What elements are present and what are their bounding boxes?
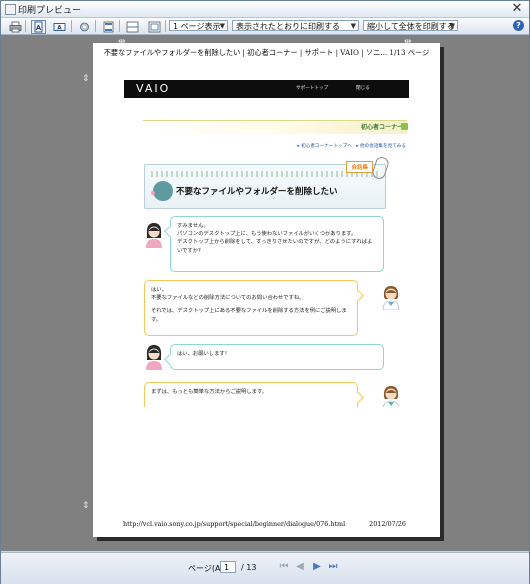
article-title: 不要なファイルやフォルダーを削除したい xyxy=(176,187,338,197)
footer-url: http://vcl.vaio.sony.co.jp/support/speci… xyxy=(123,520,346,528)
scale-dropdown-value: 縮小して全体を印刷する xyxy=(367,22,455,31)
preview-viewport: ⇹ ⇹ ⇕ ⇕ 不要なファイルやフォルダーを削除したい | 初心者コーナー | … xyxy=(1,35,529,551)
page-number-input[interactable]: 1 xyxy=(220,561,236,573)
bird-icon xyxy=(153,181,173,201)
pages-dropdown[interactable]: 1 ページ表示 ▼ xyxy=(169,20,228,31)
header-footer-icon xyxy=(103,21,114,33)
corner-title: 初心者コーナー xyxy=(360,124,403,131)
dialogue-bubble-3: はい、お願いします！ xyxy=(164,344,384,370)
dialogue-line: それでは、デスクトップ上にある不要なファイルを削除する方法を例にご説明します。 xyxy=(151,308,347,323)
window-title: 印刷プレビュー xyxy=(18,6,82,16)
series-tag: 会話集 xyxy=(346,161,373,173)
toolbar: A A 1 ページ表示 ▼ 表示されたとおりに印刷する ▼ 縮小して全体を印刷す… xyxy=(1,18,529,35)
article-title-box: 不要なファイルやフォルダーを削除したい 会話集 xyxy=(144,155,391,209)
full-page-icon xyxy=(148,21,161,33)
corner-banner: 初心者コーナー xyxy=(143,120,408,134)
staff-avatar-icon xyxy=(383,386,399,407)
page-header: 不要なファイルやフォルダーを削除したい | 初心者コーナー | サポート | V… xyxy=(103,48,430,57)
nav-close: 閉じる xyxy=(356,86,370,91)
toolbar-separator xyxy=(119,20,120,32)
page-label: ページ(A) xyxy=(188,564,224,573)
chevron-down-icon: ▼ xyxy=(350,22,356,30)
app-icon xyxy=(5,4,16,15)
paperclip-icon xyxy=(370,155,391,181)
chevron-down-icon: ▼ xyxy=(449,22,455,30)
nav-support-top: サポートトップ xyxy=(296,86,329,91)
bubble-tail xyxy=(351,289,364,302)
toolbar-separator xyxy=(71,20,72,32)
user-avatar-icon xyxy=(146,345,162,370)
svg-text:A: A xyxy=(36,24,42,32)
dialogue-line: はい、お願いします！ xyxy=(177,351,230,357)
dialogue-line: デスクトップ上から削除をして、すっきりさせたいのですが、どのようにすればよいです… xyxy=(177,239,373,254)
user-avatar-icon xyxy=(146,223,162,248)
printer-icon xyxy=(9,21,22,33)
page-total: / 13 xyxy=(241,563,257,572)
next-page-button[interactable]: ▶ xyxy=(311,561,323,573)
status-bar: ページ(A) 1 / 13 ⏮ ◀ ▶ ⏭ xyxy=(1,552,529,584)
dialogue-bubble-4: まずは、もっとも簡単な方法からご説明します。 xyxy=(144,382,364,407)
dialogue-line: 不要なファイルなどの削除方法についてのお問い合わせですね。 xyxy=(151,295,305,302)
first-page-button[interactable]: ⏮ xyxy=(278,561,290,573)
scale-dropdown[interactable]: 縮小して全体を印刷する ▼ xyxy=(363,20,458,31)
dialogue-bubble-2: はい。 不要なファイルなどの削除方法についてのお問い合わせですね。 それでは、デ… xyxy=(144,280,364,336)
close-button[interactable]: ✕ xyxy=(509,1,525,16)
flower-icon xyxy=(151,191,155,195)
full-page-button[interactable] xyxy=(147,20,162,34)
svg-text:A: A xyxy=(57,25,62,32)
landscape-button[interactable]: A xyxy=(52,20,67,34)
size-dropdown[interactable]: 表示されたとおりに印刷する ▼ xyxy=(232,20,359,31)
chevron-down-icon: ▼ xyxy=(219,22,225,30)
dialogue-line: まずは、もっとも簡単な方法からご説明します。 xyxy=(151,389,268,395)
vaio-logo: VAIO xyxy=(136,82,171,95)
leaf-icon xyxy=(401,123,408,130)
preview-page: 不要なファイルやフォルダーを削除したい | 初心者コーナー | サポート | V… xyxy=(93,43,440,537)
bottom-margin-handle[interactable]: ⇕ xyxy=(82,502,90,511)
title-bar: 印刷プレビュー ✕ xyxy=(1,1,529,18)
page-content: VAIO サポートトップ 閉じる 初心者コーナー ▸ 初心者コーナートップへ ▸… xyxy=(124,80,409,407)
dialogue-bubble-1: すみません。 パソコンのデスクトップ上に、もう使わないファイルがいくつかあります… xyxy=(164,216,384,272)
top-margin-handle[interactable]: ⇕ xyxy=(82,75,90,84)
last-page-button[interactable]: ⏭ xyxy=(327,561,339,573)
header-footer-toggle[interactable] xyxy=(101,20,116,34)
toolbar-separator xyxy=(165,20,166,32)
vaio-header-bar: VAIO サポートトップ 閉じる xyxy=(124,80,409,98)
dialogue-line: パソコンのデスクトップ上に、もう使わないファイルがいくつかあります。 xyxy=(177,231,357,238)
toolbar-separator xyxy=(25,20,26,32)
size-dropdown-value: 表示されたとおりに印刷する xyxy=(236,22,340,31)
full-width-button[interactable] xyxy=(125,20,140,34)
help-button[interactable]: ? xyxy=(513,20,524,31)
portrait-button[interactable]: A xyxy=(31,20,46,34)
full-width-icon xyxy=(126,21,139,33)
print-preview-window: 印刷プレビュー ✕ A A 1 ページ表示 ▼ 表示されたとおりに印刷する ▼ … xyxy=(0,0,530,584)
toolbar-separator xyxy=(95,20,96,32)
dialogue-line: はい。 xyxy=(151,287,167,293)
print-button[interactable] xyxy=(8,20,23,34)
gear-icon xyxy=(80,22,89,32)
title-dots xyxy=(151,171,379,177)
pages-dropdown-value: 1 ページ表示 xyxy=(173,22,221,31)
landscape-icon: A xyxy=(53,23,66,32)
bubble-tail xyxy=(164,353,177,366)
prev-page-button[interactable]: ◀ xyxy=(294,561,306,573)
bubble-tail xyxy=(351,391,364,404)
portrait-icon: A xyxy=(34,21,43,33)
staff-avatar-icon xyxy=(382,286,400,310)
corner-links: ▸ 初心者コーナートップへ ▸ 他の会話集を見てみる xyxy=(297,144,406,149)
bubble-tail xyxy=(164,225,177,238)
dialogue-line: すみません。 xyxy=(177,223,209,229)
page-setup-button[interactable] xyxy=(77,20,92,34)
footer-date: 2012/07/26 xyxy=(369,520,406,528)
